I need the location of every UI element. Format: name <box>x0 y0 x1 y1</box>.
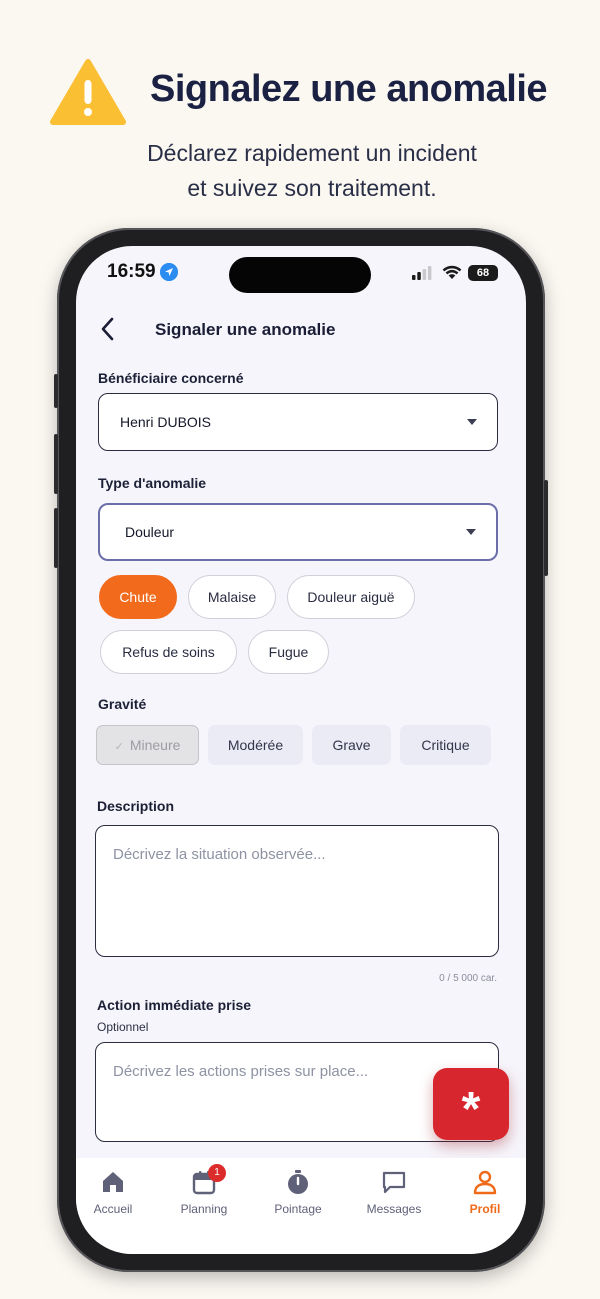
home-icon <box>103 1172 123 1192</box>
action-optional-label: Optionnel <box>97 1020 149 1034</box>
action-placeholder: Décrivez les actions prises sur place... <box>113 1063 369 1080</box>
beneficiary-label: Bénéficiaire concerné <box>98 370 244 386</box>
promo-title: Signalez une anomalie <box>150 68 548 110</box>
dynamic-island <box>229 257 371 293</box>
caret-down-icon <box>466 529 476 535</box>
severity-grave[interactable]: Grave <box>312 725 391 765</box>
stopwatch-icon <box>288 1170 308 1194</box>
caret-down-icon <box>467 419 477 425</box>
severity-label: Gravité <box>98 696 147 712</box>
anomaly-type-select[interactable]: Douleur <box>98 503 498 561</box>
tab-planning[interactable]: 1 Planning <box>164 1164 244 1228</box>
phone-frame: 16:59 68 Signaler une anomalie Bénéficia… <box>54 228 548 1272</box>
description-label: Description <box>97 798 175 814</box>
status-time: 16:59 <box>107 261 156 282</box>
promo-subtitle-line2: et suivez son traitement. <box>187 175 437 201</box>
chip-malaise[interactable]: Malaise <box>188 575 276 619</box>
chip-douleur-aigue[interactable]: Douleur aiguë <box>287 575 415 619</box>
severity-moderee[interactable]: Modérée <box>208 725 303 765</box>
volume-up-button <box>54 434 58 494</box>
emergency-fab[interactable]: * <box>433 1068 509 1140</box>
chip-chute[interactable]: Chute <box>99 575 177 619</box>
severity-critique[interactable]: Critique <box>400 725 491 765</box>
severity-mineure[interactable]: ✓ Mineure <box>96 725 199 765</box>
cellular-signal-icon <box>412 266 432 280</box>
warning-icon <box>50 59 126 125</box>
severity-mineure-label: Mineure <box>129 737 181 753</box>
check-icon: ✓ <box>114 741 124 753</box>
anomaly-type-value: Douleur <box>125 524 175 540</box>
action-button <box>54 374 58 408</box>
promo-header: Signalez une anomalie <box>0 52 600 132</box>
screen-title: Signaler une anomalie <box>155 320 336 339</box>
beneficiary-select[interactable]: Henri DUBOIS <box>98 393 498 451</box>
tab-accueil[interactable]: Accueil <box>76 1168 153 1228</box>
chat-icon <box>382 1171 406 1194</box>
tab-accueil-label: Accueil <box>93 1202 133 1216</box>
action-label: Action immédiate prise <box>97 997 252 1013</box>
tab-bar: Accueil 1 Planning Pointage Messages Pro… <box>76 1158 526 1254</box>
volume-down-button <box>54 508 58 568</box>
phone-screen: 16:59 68 Signaler une anomalie Bénéficia… <box>76 246 526 1254</box>
description-textarea[interactable]: Décrivez la situation observée... <box>95 825 499 957</box>
tab-profil-label: Profil <box>469 1202 501 1216</box>
chip-refus-de-soins[interactable]: Refus de soins <box>100 630 237 674</box>
status-bar: 16:59 68 <box>76 246 526 302</box>
screen-header: Signaler une anomalie <box>76 310 526 350</box>
description-placeholder: Décrivez la situation observée... <box>113 846 326 863</box>
back-chevron-icon[interactable] <box>98 316 118 342</box>
notification-badge: 1 <box>208 1164 226 1182</box>
promo-subtitle: Déclarez rapidement un incident et suive… <box>0 136 600 206</box>
location-arrow-icon <box>160 263 178 281</box>
tab-messages[interactable]: Messages <box>354 1168 434 1228</box>
chip-fugue[interactable]: Fugue <box>248 630 329 674</box>
tab-profil[interactable]: Profil <box>445 1168 525 1228</box>
power-button <box>544 480 548 576</box>
asterisk-icon: * <box>461 1083 481 1136</box>
beneficiary-value: Henri DUBOIS <box>120 414 212 430</box>
wifi-icon <box>442 265 462 279</box>
promo-subtitle-line1: Déclarez rapidement un incident <box>147 140 477 166</box>
anomaly-type-label: Type d'anomalie <box>98 475 207 491</box>
tab-planning-label: Planning <box>180 1202 228 1216</box>
tab-messages-label: Messages <box>366 1202 422 1216</box>
description-counter: 0 / 5 000 car. <box>439 973 497 984</box>
battery-indicator: 68 <box>468 265 498 281</box>
tab-pointage[interactable]: Pointage <box>258 1168 338 1228</box>
user-icon <box>473 1170 497 1195</box>
tab-pointage-label: Pointage <box>274 1202 322 1216</box>
